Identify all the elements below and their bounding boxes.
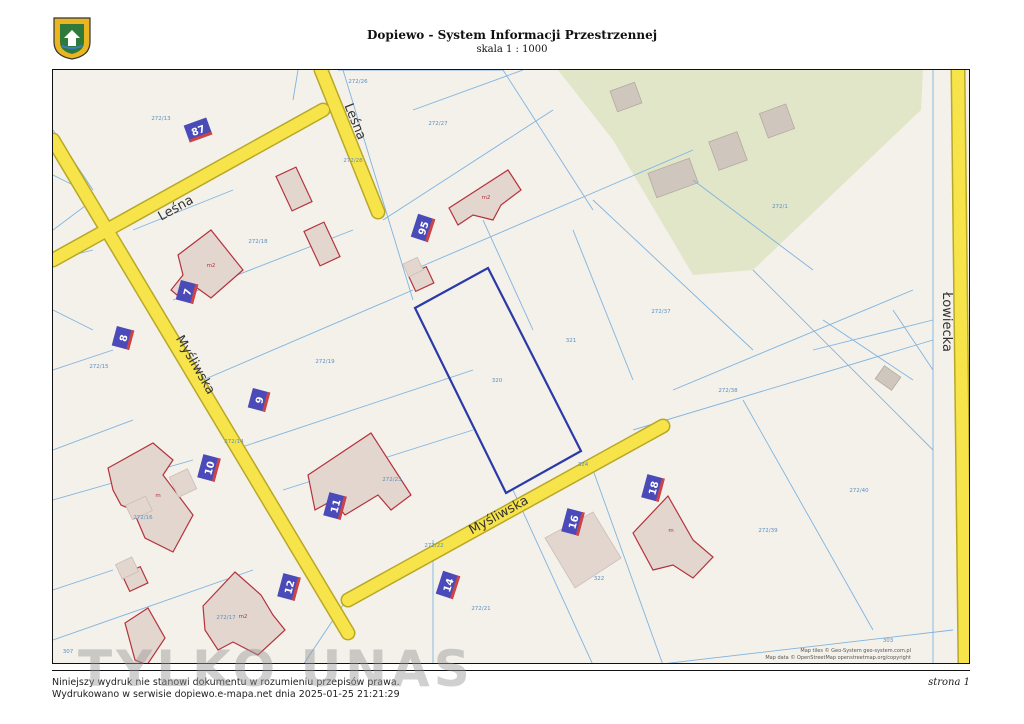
parcel-id: 272/40 — [849, 488, 869, 494]
map-attribution-tiles: Map tiles © Geo-System geo-system.com.pl — [800, 648, 911, 654]
parcel-id: 272/16 — [133, 515, 153, 521]
parcel-id: 272/18 — [248, 239, 268, 245]
parcel-id: 322 — [594, 576, 605, 582]
footer-disclaimer: Niniejszy wydruk nie stanowi dokumentu w… — [52, 677, 400, 688]
parcel-id: 272/26 — [348, 79, 368, 85]
map-svg: Leśna Leśna Myśliwska Myśliwska Łowiecka… — [53, 70, 969, 663]
parcel-id: 324 — [578, 462, 589, 468]
parcel-id: 272/22 — [424, 543, 443, 549]
parcel-id: 321 — [566, 338, 577, 344]
building-label: m2 — [239, 614, 248, 620]
map-attribution-data: Map data © OpenStreetMap openstreetmap.o… — [765, 655, 911, 661]
street-label: Myśliwska — [467, 493, 532, 538]
page-number: strona 1 — [928, 677, 970, 688]
parcel-id: 272/27 — [428, 121, 448, 127]
parcel-id: 272/17 — [216, 615, 236, 621]
parcel-id: 320 — [492, 378, 503, 384]
map-title: Dopiewo - System Informacji Przestrzenne… — [366, 28, 658, 42]
parcel-id: 272/39 — [758, 528, 778, 534]
map-canvas[interactable]: Leśna Leśna Myśliwska Myśliwska Łowiecka… — [52, 69, 970, 664]
forest-area — [558, 70, 923, 275]
parcel-id: 272/15 — [89, 364, 109, 370]
map-scale: skala 1 : 1000 — [476, 44, 548, 55]
parcel-id: 272/38 — [718, 388, 738, 394]
buildings-unmarked — [114, 256, 622, 589]
buildings — [107, 166, 714, 663]
parcel-id: 272/28 — [343, 158, 363, 164]
footer-print-info: Wydrukowano w serwisie dopiewo.e-mapa.ne… — [52, 689, 400, 700]
parcel-id: 272/37 — [651, 309, 671, 315]
building-label: m — [668, 528, 673, 534]
building-label: m — [155, 493, 160, 499]
building-label: m2 — [207, 263, 216, 269]
footer-divider — [52, 670, 970, 671]
street-label: Łowiecka — [939, 291, 954, 352]
parcel-id: 272/1 — [772, 204, 788, 210]
parcel-id: 272/13 — [151, 116, 171, 122]
parcel-id: 272/23 — [382, 477, 402, 483]
parcel-id: 272/14 — [224, 439, 244, 445]
building-label: m2 — [482, 195, 491, 201]
parcel-id: 272/21 — [471, 606, 490, 612]
parcel-id: 307 — [63, 649, 74, 655]
parcel-id: 272/19 — [315, 359, 335, 365]
parcel-id: 303 — [883, 638, 894, 644]
